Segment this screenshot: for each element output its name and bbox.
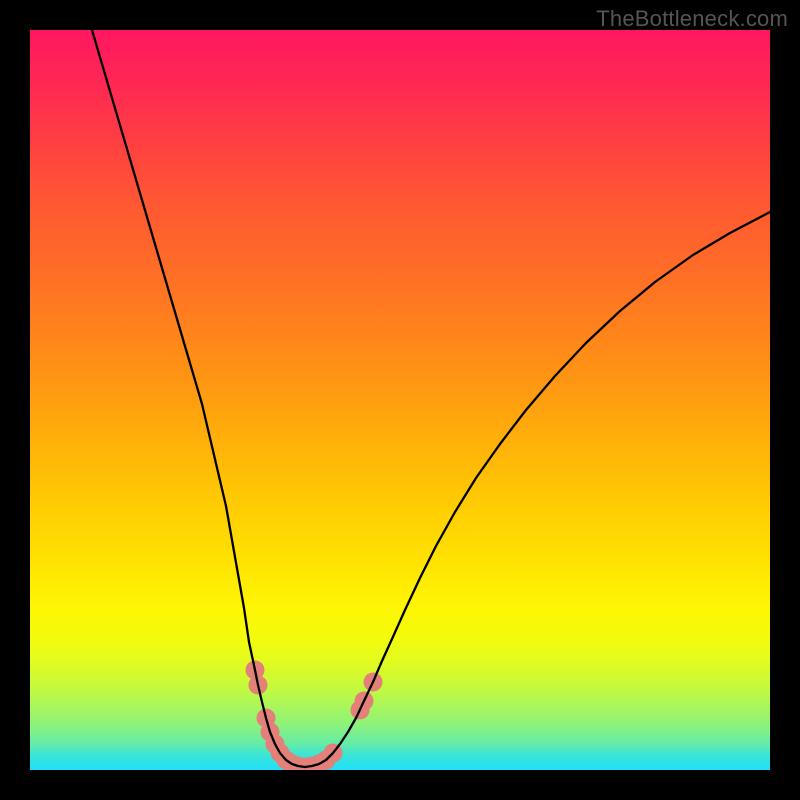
bottleneck-curve [92, 30, 770, 767]
chart-svg [30, 30, 770, 770]
chart-frame: TheBottleneck.com [0, 0, 800, 800]
watermark-text: TheBottleneck.com [596, 6, 788, 32]
plot-area [30, 30, 770, 770]
